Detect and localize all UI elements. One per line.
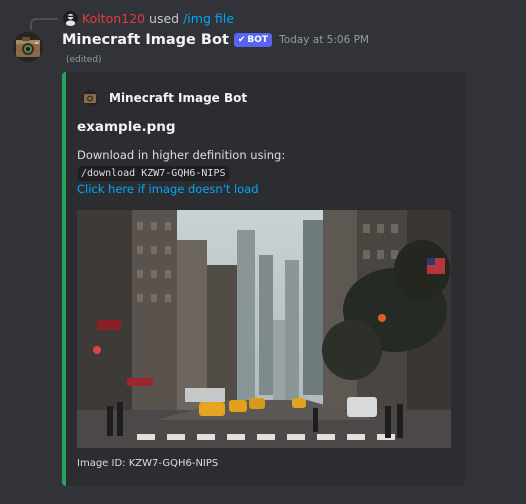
embed-author: Minecraft Image Bot bbox=[82, 89, 247, 107]
user-avatar-icon[interactable] bbox=[63, 10, 78, 26]
city-street-image[interactable] bbox=[77, 210, 451, 448]
reply-context[interactable]: Kolton120 used /img file bbox=[63, 9, 234, 27]
edited-label: (edited) bbox=[66, 55, 102, 65]
bot-avatar[interactable] bbox=[13, 32, 43, 62]
embed: Minecraft Image Bot example.png Download… bbox=[62, 72, 465, 486]
description-text: Download in higher definition using: bbox=[77, 148, 286, 162]
embed-footer: Image ID: KZW7-GQH6-NIPS bbox=[77, 458, 219, 469]
check-icon: ✔ bbox=[237, 35, 246, 45]
embed-author-name: Minecraft Image Bot bbox=[109, 91, 248, 105]
bot-username[interactable]: Minecraft Image Bot bbox=[62, 32, 229, 48]
embed-title: example.png bbox=[77, 119, 176, 135]
bot-badge: ✔ BOT bbox=[233, 33, 273, 47]
reply-username[interactable]: Kolton120 bbox=[82, 11, 145, 26]
reply-command[interactable]: /img file bbox=[183, 11, 234, 26]
camera-icon bbox=[82, 90, 98, 106]
camera-icon bbox=[13, 32, 43, 62]
reply-used-text: used bbox=[149, 10, 180, 26]
reply-connector bbox=[30, 18, 58, 30]
message-header: Minecraft Image Bot ✔ BOT Today at 5:06 … bbox=[62, 30, 369, 50]
bot-badge-label: BOT bbox=[247, 35, 269, 45]
message-timestamp[interactable]: Today at 5:06 PM bbox=[279, 34, 369, 46]
download-command-code: /download KZW7-GQH6-NIPS bbox=[78, 166, 229, 181]
image-fallback-link[interactable]: Click here if image doesn't load bbox=[77, 182, 259, 196]
embed-description: Download in higher definition using: /do… bbox=[77, 147, 452, 198]
